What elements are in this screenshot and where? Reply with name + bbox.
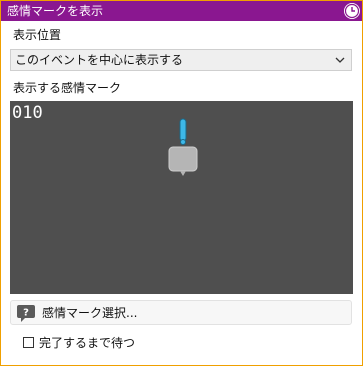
- select-balloon-button[interactable]: ? 感情マーク選択...: [10, 300, 352, 325]
- select-balloon-button-label: 感情マーク選択...: [42, 306, 138, 320]
- wait-for-completion-label[interactable]: 完了するまで待つ: [39, 336, 135, 350]
- exclamation-balloon-icon: [167, 117, 199, 181]
- display-position-select[interactable]: このイベントを中心に表示する: [10, 49, 352, 71]
- question-balloon-icon: ?: [16, 303, 36, 323]
- balloon-preview: 010: [10, 101, 353, 294]
- clock-icon[interactable]: [344, 3, 360, 19]
- title-bar: 感情マークを表示: [1, 1, 362, 21]
- dialog-window: 感情マークを表示 表示位置 このイベントを中心に表示する 表示する感情マーク 0…: [0, 0, 363, 366]
- frame-number: 010: [12, 103, 43, 123]
- wait-for-completion-checkbox[interactable]: [23, 337, 34, 348]
- window-title: 感情マークを表示: [7, 4, 104, 18]
- display-position-label: 表示位置: [13, 28, 62, 42]
- chevron-down-icon: [335, 54, 345, 64]
- svg-text:?: ?: [23, 308, 29, 319]
- balloon-preview-label: 表示する感情マーク: [13, 81, 122, 95]
- display-position-value: このイベントを中心に表示する: [15, 53, 184, 67]
